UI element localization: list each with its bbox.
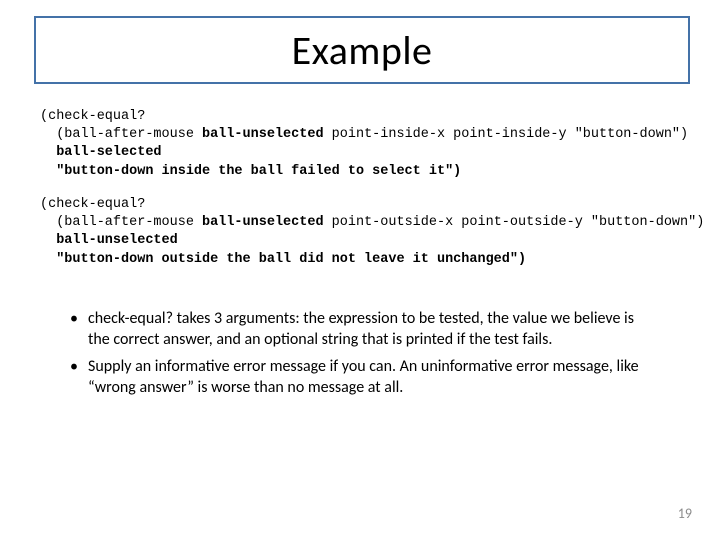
code-line-frag: (ball-after-mouse xyxy=(40,215,202,230)
code-bold: "button-down inside the ball failed to s… xyxy=(40,164,461,179)
slide: Example (check-equal? (ball-after-mouse … xyxy=(0,0,720,540)
code-line: (check-equal? xyxy=(40,197,145,212)
code-bold: ball-selected xyxy=(40,145,162,160)
code-block-1: (check-equal? (ball-after-mouse ball-uns… xyxy=(40,108,688,181)
code-bold: ball-unselected xyxy=(202,215,324,230)
code-line-frag: point-inside-x point-inside-y "button-do… xyxy=(324,127,689,142)
code-line-frag: (ball-after-mouse xyxy=(40,127,202,142)
code-bold: ball-unselected xyxy=(202,127,324,142)
code-bold: "button-down outside the ball did not le… xyxy=(40,252,526,267)
slide-title: Example xyxy=(292,26,433,75)
code-line-frag: point-outside-x point-outside-y "button-… xyxy=(324,215,705,230)
bullet-item: Supply an informative error message if y… xyxy=(88,356,656,398)
title-box: Example xyxy=(34,16,690,84)
code-line: (check-equal? xyxy=(40,109,145,124)
bullet-list: check-equal? takes 3 arguments: the expr… xyxy=(66,308,656,404)
code-bold: ball-unselected xyxy=(40,233,178,248)
code-block-2: (check-equal? (ball-after-mouse ball-uns… xyxy=(40,196,704,269)
bullet-item: check-equal? takes 3 arguments: the expr… xyxy=(88,308,656,350)
page-number: 19 xyxy=(678,505,692,522)
